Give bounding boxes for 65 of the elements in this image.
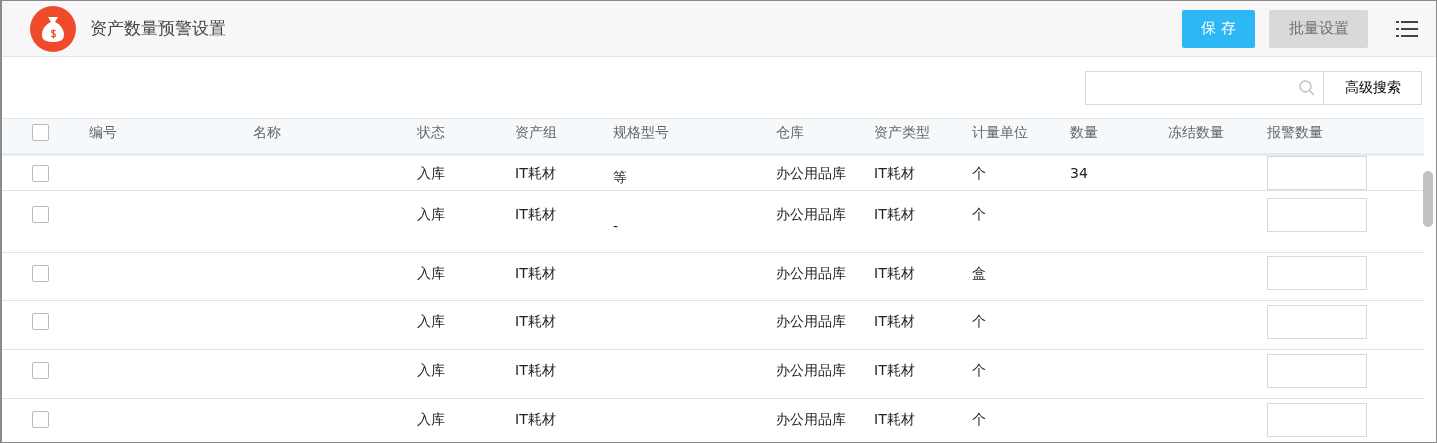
table-cell: IT耗材: [874, 164, 915, 181]
table-cell: 办公用品库: [776, 313, 846, 329]
table-cell: 入库: [417, 411, 445, 427]
table-cell: 办公用品库: [776, 164, 846, 181]
column-header: 资产类型: [874, 124, 930, 141]
table-cell: 办公用品库: [776, 362, 846, 378]
table-cell: 入库: [417, 264, 445, 281]
table-cell: 入库: [417, 313, 445, 329]
table-cell: IT耗材: [515, 411, 556, 427]
table-cell: IT耗材: [515, 264, 556, 281]
row-checkbox[interactable]: [32, 313, 49, 330]
table-cell: -: [613, 217, 619, 234]
row-checkbox[interactable]: [32, 206, 49, 224]
table-cell: 个: [972, 362, 986, 378]
table-cell: 个: [972, 313, 986, 329]
column-header: 冻结数量: [1168, 124, 1224, 141]
column-header: 仓库: [776, 124, 804, 141]
column-header: 报警数量: [1267, 124, 1323, 141]
alarm-quantity-field[interactable]: [1267, 304, 1367, 339]
table-cell: 入库: [417, 164, 445, 181]
scrollbar-thumb[interactable]: [1423, 171, 1433, 227]
column-header: 规格型号: [613, 124, 669, 141]
alarm-quantity-field[interactable]: [1267, 156, 1367, 190]
page-title: 资产数量预警设置: [90, 16, 227, 40]
alarm-quantity-field[interactable]: [1267, 256, 1367, 291]
column-header: 计量单位: [972, 124, 1028, 141]
column-header: 数量: [1070, 124, 1098, 141]
row-checkbox[interactable]: [32, 411, 49, 428]
table-cell: IT耗材: [874, 206, 915, 223]
table-cell: 办公用品库: [776, 206, 846, 223]
table-cell: 个: [972, 206, 986, 223]
table-cell: IT耗材: [874, 411, 915, 427]
table-cell: IT耗材: [874, 362, 915, 378]
table-cell: 入库: [417, 206, 445, 223]
table-cell: IT耗材: [874, 313, 915, 329]
menu-icon[interactable]: [1396, 19, 1418, 38]
alarm-quantity-field[interactable]: [1267, 197, 1367, 232]
column-header: 名称: [253, 124, 281, 141]
column-header: 编号: [89, 124, 117, 141]
select-all-checkbox[interactable]: [32, 124, 49, 142]
table-cell: IT耗材: [515, 164, 556, 181]
column-header: 状态: [417, 124, 445, 141]
table-cell: IT耗材: [874, 264, 915, 281]
search-field[interactable]: [1085, 70, 1323, 105]
money-bag-icon: [30, 5, 76, 52]
column-header: 资产组: [515, 124, 557, 141]
search-icon: [1299, 79, 1315, 96]
table-cell: 盒: [972, 264, 986, 281]
row-checkbox[interactable]: [32, 264, 49, 282]
alarm-quantity-field[interactable]: [1267, 402, 1367, 437]
table-cell: 个: [972, 411, 986, 427]
row-checkbox[interactable]: [32, 362, 49, 379]
table-cell: IT耗材: [515, 206, 556, 223]
table-cell: 个: [972, 164, 986, 181]
table-cell: 办公用品库: [776, 264, 846, 281]
advanced-search-button[interactable]: 高级搜索: [1323, 70, 1422, 105]
table-cell: IT耗材: [515, 362, 556, 378]
row-checkbox[interactable]: [32, 164, 49, 182]
save-button[interactable]: 保 存: [1182, 9, 1255, 48]
table-cell: IT耗材: [515, 313, 556, 329]
table-cell: 入库: [417, 362, 445, 378]
table-cell: 等: [613, 169, 627, 185]
table-cell: 34: [1070, 164, 1088, 181]
alarm-quantity-field[interactable]: [1267, 353, 1367, 388]
table-cell: 办公用品库: [776, 411, 846, 427]
